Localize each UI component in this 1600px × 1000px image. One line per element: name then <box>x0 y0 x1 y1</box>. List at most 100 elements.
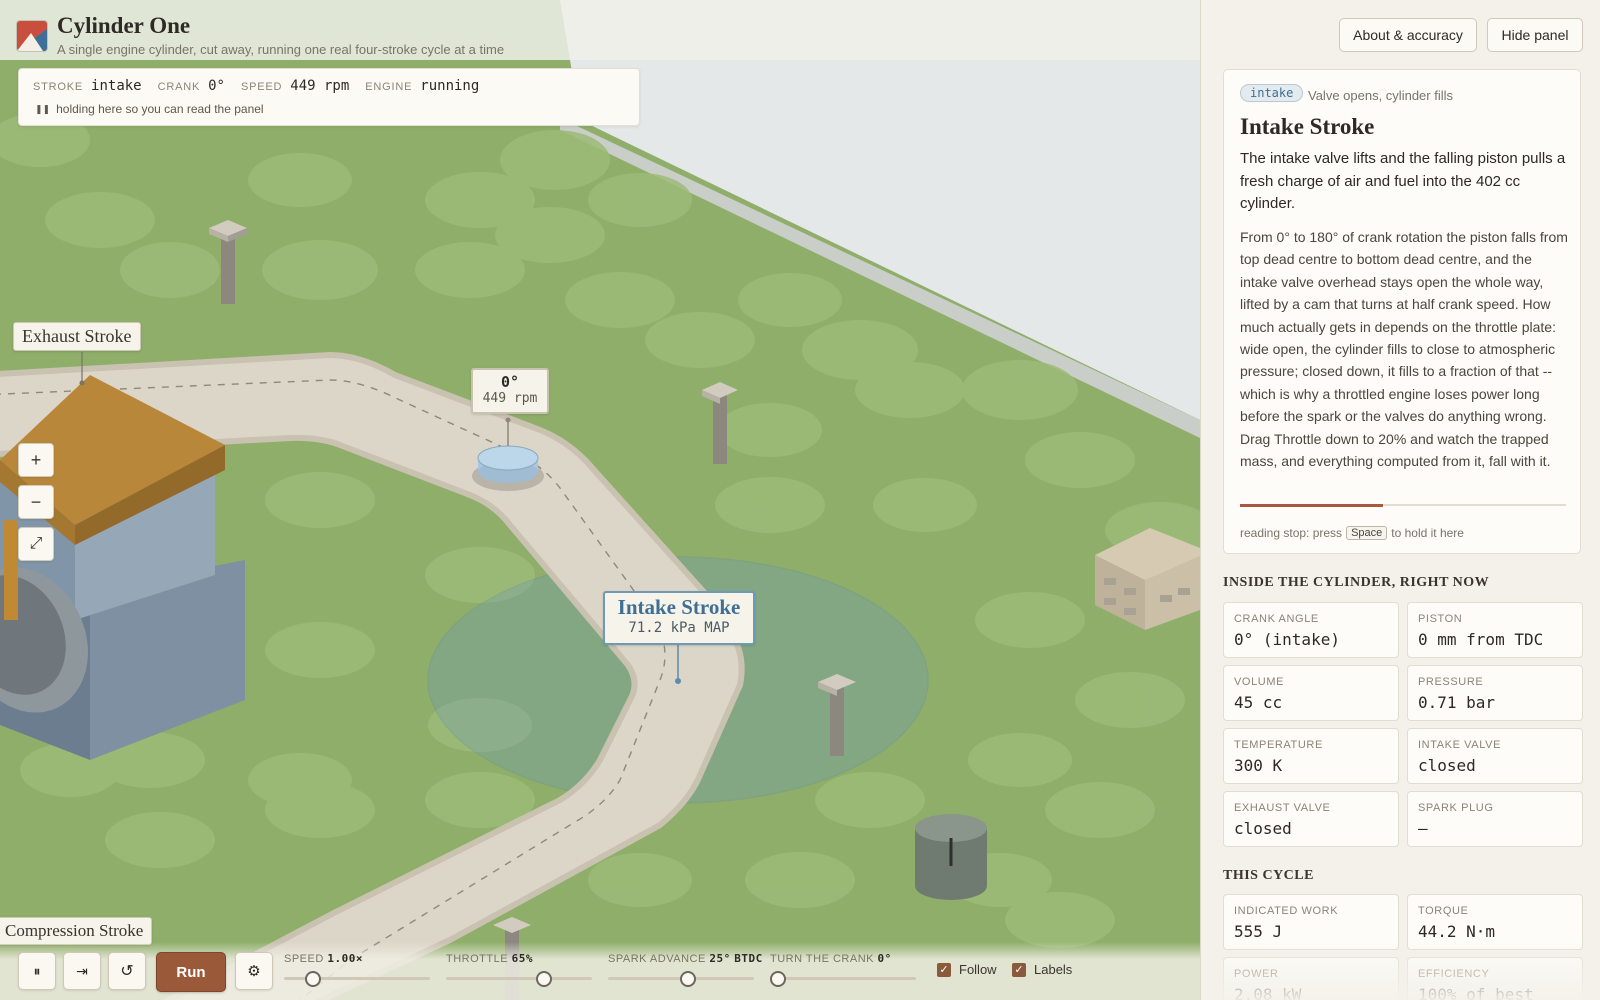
stat-piston: PISTON 0 mm from TDC <box>1407 602 1583 658</box>
stat-temperature: TEMPERATURE 300 K <box>1223 728 1399 784</box>
stat-spark-plug: SPARK PLUG — <box>1407 791 1583 847</box>
info-panel: About & accuracy Hide panel intake Valve… <box>1200 0 1600 1000</box>
follow-label: Follow <box>959 962 997 977</box>
reading-progress <box>1240 504 1566 507</box>
reading-stop-pre: reading stop: press <box>1240 526 1343 540</box>
stat-label: TORQUE <box>1418 905 1469 917</box>
reading-stop-post: to hold it here <box>1391 526 1464 540</box>
stat-value: 45 cc <box>1234 693 1283 712</box>
stat-label: EXHAUST VALVE <box>1234 802 1331 814</box>
stat-value: 44.2 N·m <box>1418 922 1496 941</box>
reset-button[interactable]: ↺ <box>108 952 146 990</box>
spark-slider-unit: BTDC <box>734 952 763 965</box>
labels-checkbox[interactable]: ✓ <box>1012 962 1026 977</box>
throttle-slider-value: 65% <box>511 952 533 965</box>
stat-label: INDICATED WORK <box>1234 905 1339 917</box>
spark-slider-thumb[interactable] <box>679 971 696 987</box>
stroke-body: From 0° to 180° of crank rotation the pi… <box>1240 229 1568 470</box>
reading-stop-hint: reading stop: press Space to hold it her… <box>1240 526 1464 540</box>
crank-slider-value: 0° <box>877 952 892 965</box>
settings-button[interactable]: ⚙ <box>235 952 273 990</box>
run-button[interactable]: Run <box>156 952 226 992</box>
stat-label: VOLUME <box>1234 676 1285 688</box>
stroke-heading: Intake Stroke <box>1240 114 1375 139</box>
reading-progress-fill <box>1240 504 1384 507</box>
engine-map[interactable]: Cylinder One A single engine cylinder, c… <box>0 0 1200 1000</box>
crank-badge[interactable]: 0° 449 rpm <box>471 368 549 414</box>
app-subtitle: A single engine cylinder, cut away, runn… <box>57 42 505 57</box>
stat-value: 555 J <box>1234 922 1283 941</box>
app-title: Cylinder One <box>57 13 191 38</box>
stat-value: 0° (intake) <box>1234 630 1340 649</box>
throttle-slider-label: THROTTLE <box>446 953 509 965</box>
stat-value: — <box>1418 819 1428 838</box>
reset-icon: ↺ <box>120 963 134 980</box>
stat-crank-angle: CRANK ANGLE 0° (intake) <box>1223 602 1399 658</box>
zoom-in-button[interactable]: + <box>18 443 54 477</box>
follow-toggle[interactable]: ✓ Follow <box>937 962 997 977</box>
gear-icon: ⚙ <box>247 963 261 980</box>
labels-label: Labels <box>1034 962 1073 977</box>
intake-stroke-callout[interactable]: Intake Stroke 71.2 kPa MAP <box>603 591 755 645</box>
throttle-slider-thumb[interactable] <box>535 971 552 987</box>
crank-slider-thumb[interactable] <box>770 971 786 987</box>
scene-canvas <box>0 0 1200 1000</box>
stroke-tag: intake <box>1240 84 1304 102</box>
speed-slider-value: 1.00× <box>327 952 363 965</box>
speed-slider-thumb[interactable] <box>304 971 321 987</box>
stat-value: 0.71 bar <box>1418 693 1496 712</box>
crank-badge-rpm: 449 rpm <box>482 391 538 406</box>
stat-value: closed <box>1418 756 1476 775</box>
speed-value: 449 rpm <box>290 78 350 94</box>
step-icon: ⇥ <box>76 962 88 979</box>
app-logo <box>17 21 47 51</box>
stat-intake-valve: INTAKE VALVE closed <box>1407 728 1583 784</box>
zoom-out-button[interactable]: − <box>18 485 54 519</box>
space-key-hint: Space <box>1346 526 1388 540</box>
spark-slider-label: SPARK ADVANCE <box>608 953 706 965</box>
hide-panel-button[interactable]: Hide panel <box>1487 18 1583 52</box>
step-button[interactable]: ⇥ <box>63 952 101 990</box>
intake-stroke-title: Intake Stroke <box>617 595 741 619</box>
speed-key: SPEED <box>240 81 283 93</box>
stat-label: PISTON <box>1418 613 1463 625</box>
stat-label: TEMPERATURE <box>1234 739 1323 751</box>
exhaust-stroke-label[interactable]: Exhaust Stroke <box>13 322 141 351</box>
section-inside-cylinder: INSIDE THE CYLINDER, RIGHT NOW <box>1223 575 1490 590</box>
crank-slider[interactable]: TURN THE CRANK 0° <box>770 952 920 992</box>
crank-key: CRANK <box>157 81 201 93</box>
stat-label: INTAKE VALVE <box>1418 739 1502 751</box>
stat-volume: VOLUME 45 cc <box>1223 665 1399 721</box>
status-strip: STROKE intake CRANK 0° SPEED 449 rpm ENG… <box>18 68 640 126</box>
stroke-lede: The intake valve lifts and the falling p… <box>1240 150 1566 212</box>
crank-slider-track[interactable] <box>770 977 916 980</box>
fit-view-button[interactable]: ⤢ <box>18 527 54 561</box>
stroke-key: STROKE <box>33 81 84 93</box>
crank-badge-angle: 0° <box>500 373 520 391</box>
speed-slider[interactable]: SPEED 1.00× <box>284 952 434 992</box>
intake-stroke-map: 71.2 kPa MAP <box>628 620 730 636</box>
about-accuracy-button[interactable]: About & accuracy <box>1339 18 1477 52</box>
stat-label: SPARK PLUG <box>1418 802 1494 814</box>
labels-toggle[interactable]: ✓ Labels <box>1012 962 1072 977</box>
hold-note: ❚❚ holding here so you can read the pane… <box>35 102 264 116</box>
throttle-slider[interactable]: THROTTLE 65% <box>446 952 596 992</box>
crank-value: 0° <box>208 78 225 94</box>
expand-icon: ⤢ <box>29 535 43 552</box>
pause-icon: ❚❚ <box>35 103 51 114</box>
spark-advance-slider[interactable]: SPARK ADVANCE 25° BTDC <box>608 952 762 992</box>
pause-button[interactable]: ⏸ <box>18 952 56 990</box>
stat-value: 0 mm from TDC <box>1418 630 1544 649</box>
throttle-slider-track[interactable] <box>446 977 592 980</box>
stroke-tag-note: Valve opens, cylinder fills <box>1308 88 1453 103</box>
compression-stroke-label[interactable]: Compression Stroke <box>0 917 153 945</box>
pause-icon: ⏸ <box>33 962 41 979</box>
spark-slider-value: 25° <box>709 952 731 965</box>
section-this-cycle: THIS CYCLE <box>1223 868 1314 883</box>
stat-label: PRESSURE <box>1418 676 1484 688</box>
engine-value: running <box>420 78 480 94</box>
speed-slider-label: SPEED <box>284 953 324 965</box>
follow-checkbox[interactable]: ✓ <box>937 962 951 977</box>
engine-key: ENGINE <box>365 81 413 93</box>
stroke-explainer-card: intake Valve opens, cylinder fills Intak… <box>1223 69 1581 554</box>
